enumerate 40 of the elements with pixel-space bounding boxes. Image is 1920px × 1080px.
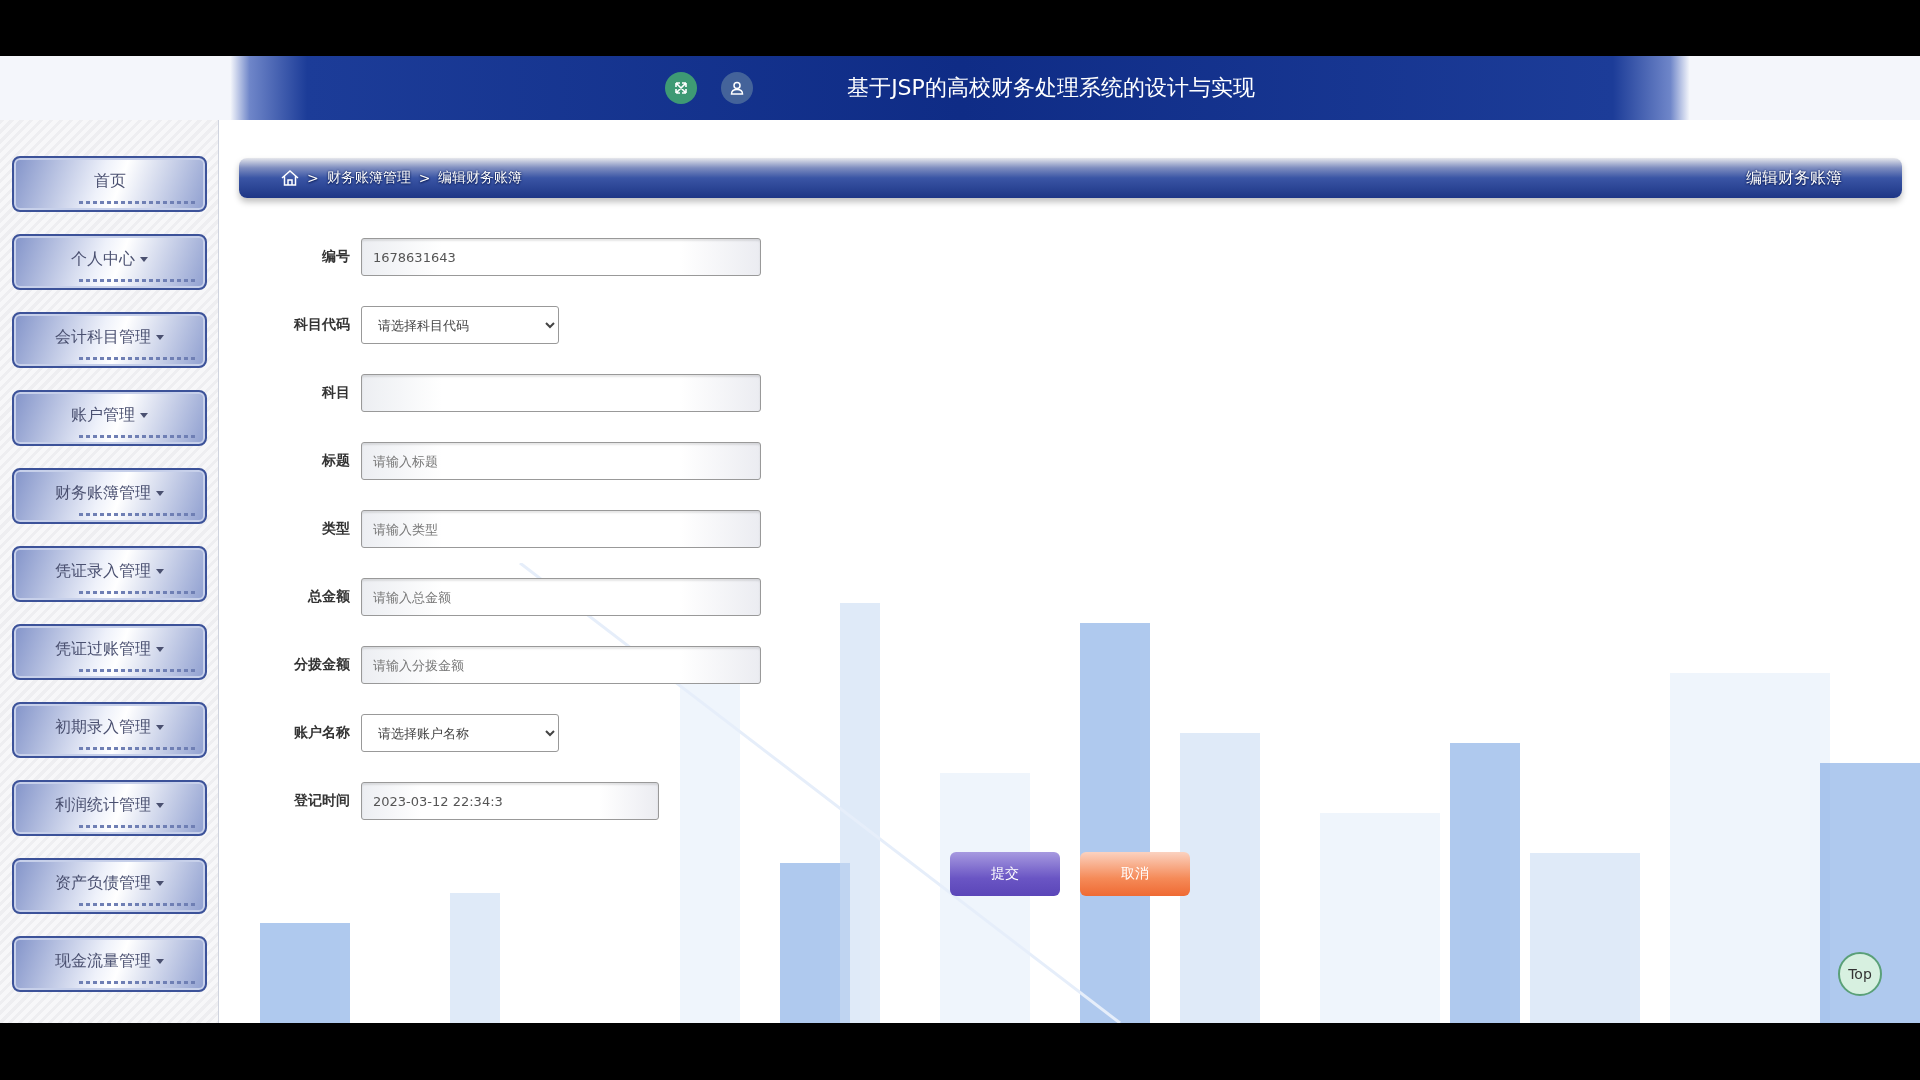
field-label: 分拨金额	[293, 656, 350, 674]
user-icon[interactable]	[721, 72, 754, 104]
sidebar-item[interactable]: 初期录入管理	[12, 702, 207, 758]
field-label: 科目	[320, 384, 350, 402]
field-label: 标题	[321, 452, 350, 470]
sidebar-item[interactable]: 凭证录入管理	[12, 546, 207, 602]
dropdown-field[interactable]: 请选择科目代码	[361, 306, 559, 344]
field-label: 登记时间	[293, 792, 350, 810]
sidebar-item[interactable]: 账户管理	[12, 390, 207, 446]
window-title: 基于JSP的高校财务处理系统的设计与实现	[847, 74, 1255, 102]
date-field[interactable]: 2023-03-12 22:34:3	[361, 782, 659, 820]
input-field[interactable]: 请输入标题	[361, 442, 761, 480]
sidebar-item[interactable]: 会计科目管理	[12, 312, 207, 368]
sidebar-item[interactable]: 财务账簿管理	[12, 468, 207, 524]
field-label: 总金额	[306, 588, 350, 606]
input-field[interactable]	[361, 374, 761, 412]
sidebar-item[interactable]: 个人中心	[12, 234, 207, 290]
page-title: 编辑财务账簿	[1746, 167, 1842, 189]
fullscreen-icon[interactable]	[665, 72, 698, 104]
field-label: 编号	[321, 248, 350, 266]
dropdown-field[interactable]: 请选择账户名称	[361, 714, 559, 752]
breadcrumb-link[interactable]: 编辑财务账簿	[438, 169, 523, 187]
input-field[interactable]: 请输入类型	[361, 510, 761, 548]
breadcrumb-link[interactable]: 财务账簿管理	[326, 169, 411, 187]
home-icon[interactable]	[281, 170, 299, 186]
field-label: 科目代码	[292, 316, 350, 334]
sidebar-item[interactable]: 现金流量管理	[12, 936, 207, 992]
submit-button[interactable]: 提交	[950, 852, 1060, 896]
sidebar-item[interactable]: 利润统计管理	[12, 780, 207, 836]
back-to-top-button[interactable]: Top	[1838, 952, 1882, 996]
sidebar-item[interactable]: 资产负债管理	[12, 858, 207, 914]
sidebar-item[interactable]: 凭证过账管理	[12, 624, 207, 680]
input-field[interactable]: 请输入总金额	[361, 578, 761, 616]
field-label: 账户名称	[293, 724, 350, 742]
sidebar-item[interactable]: 首页	[12, 156, 207, 212]
field-label: 类型	[321, 520, 350, 538]
breadcrumb-separator: >	[307, 170, 319, 186]
breadcrumb-separator: >	[418, 170, 431, 186]
input-field[interactable]: 1678631643	[361, 238, 761, 276]
input-field[interactable]: 请输入分拨金额	[361, 646, 761, 684]
